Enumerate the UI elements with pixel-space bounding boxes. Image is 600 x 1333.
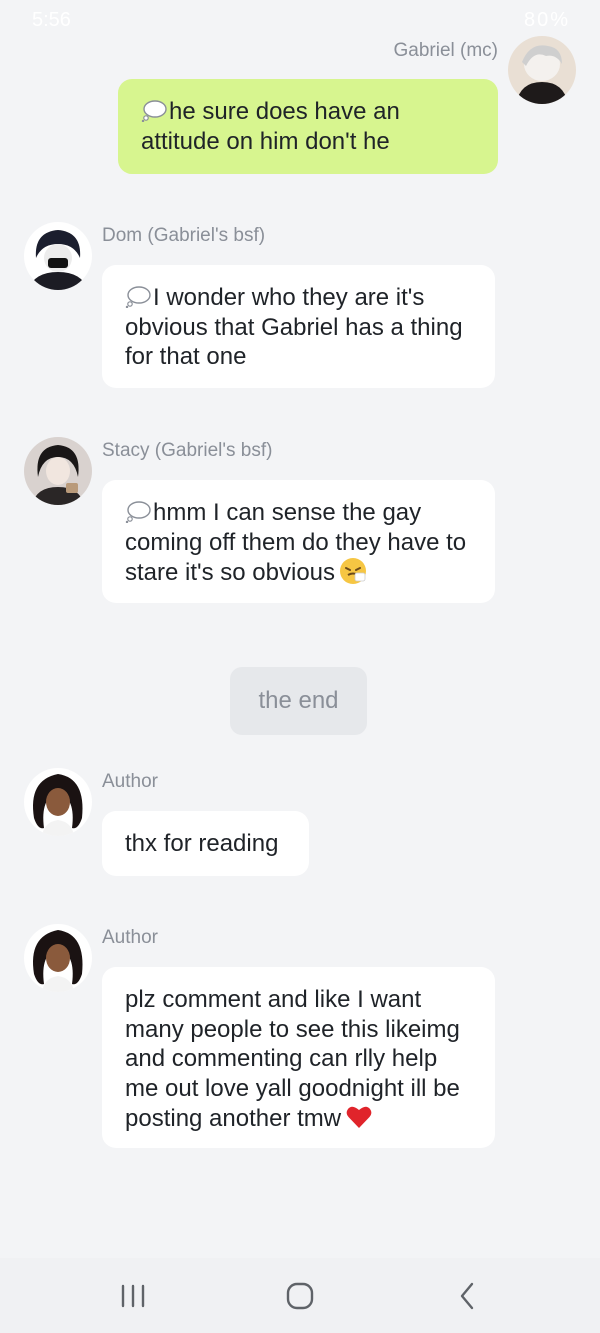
message-bubble[interactable]: he sure does have an attitude on him don… bbox=[118, 79, 498, 174]
status-time: 5:56 bbox=[32, 9, 71, 31]
message-bubble[interactable]: thx for reading bbox=[102, 811, 309, 876]
message-text: he sure does have an attitude on him don… bbox=[141, 98, 400, 155]
red-heart-icon bbox=[345, 1103, 373, 1131]
avatar-gabriel[interactable] bbox=[508, 36, 576, 104]
thought-balloon-icon bbox=[125, 501, 151, 524]
message-text: thx for reading bbox=[125, 830, 279, 857]
sender-name: Dom (Gabriel's bsf) bbox=[102, 225, 266, 246]
back-icon[interactable] bbox=[448, 1278, 488, 1314]
home-icon[interactable] bbox=[280, 1278, 320, 1314]
avatar-author[interactable] bbox=[24, 768, 92, 836]
avatar-stacy[interactable] bbox=[24, 437, 92, 505]
thought-balloon-icon bbox=[141, 100, 167, 123]
sender-name: Author bbox=[102, 771, 158, 792]
battery-level: 80% bbox=[523, 9, 570, 31]
narration-bubble[interactable]: the end bbox=[230, 667, 367, 735]
sneezing-face-icon bbox=[339, 557, 367, 585]
avatar-author[interactable] bbox=[24, 924, 92, 992]
message-text: plz comment and like I want many people … bbox=[125, 986, 460, 1132]
sender-name: Gabriel (mc) bbox=[393, 40, 498, 61]
avatar-dom[interactable] bbox=[24, 222, 92, 290]
status-battery: 80% bbox=[524, 9, 570, 32]
message-bubble[interactable]: plz comment and like I want many people … bbox=[102, 967, 495, 1148]
status-bar: 5:56 80% bbox=[0, 0, 600, 44]
navigation-bar bbox=[0, 1258, 600, 1333]
thought-balloon-icon bbox=[125, 286, 151, 309]
recent-apps-icon[interactable] bbox=[113, 1278, 153, 1314]
sender-name: Author bbox=[102, 927, 158, 948]
message-text: I wonder who they are it's obvious that … bbox=[125, 284, 463, 370]
message-text: hmm I can sense the gay coming off them … bbox=[125, 499, 467, 586]
message-bubble[interactable]: I wonder who they are it's obvious that … bbox=[102, 265, 495, 388]
sender-name: Stacy (Gabriel's bsf) bbox=[102, 440, 273, 461]
message-bubble[interactable]: hmm I can sense the gay coming off them … bbox=[102, 480, 495, 603]
